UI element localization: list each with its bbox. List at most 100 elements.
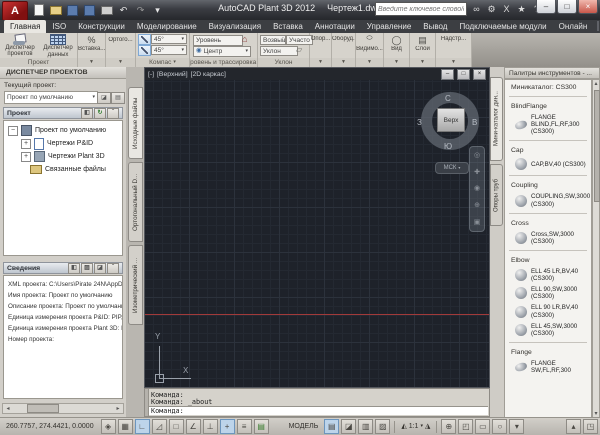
ortho-toggle[interactable]: ∟ bbox=[134, 419, 150, 434]
tool-item[interactable]: FLANGE BLIND,FL,RF,300 (CS300) bbox=[505, 112, 591, 137]
lineweight-toggle[interactable]: ≡ bbox=[236, 419, 252, 434]
exchange-apps-icon[interactable]: X bbox=[501, 4, 512, 14]
doc-minimize-button[interactable]: – bbox=[441, 68, 454, 80]
tool-item[interactable]: CAP,BV,40 (CS300) bbox=[505, 156, 591, 172]
panel-level-label[interactable]: Уровень и трассировка▾ bbox=[190, 58, 257, 67]
tree-item-plant3d-drawings[interactable]: + Чертежи Plant 3D bbox=[8, 150, 122, 163]
project-section-header[interactable]: Проект ◧ ↻ ˆ bbox=[3, 107, 123, 119]
compass-west[interactable]: З bbox=[417, 118, 422, 127]
details-section-header[interactable]: Сведения ◧ ▨ ◪ ˆ bbox=[3, 262, 123, 274]
workspace-switching-button[interactable]: ⊕ bbox=[441, 419, 457, 434]
panel-addins-expander[interactable]: ▼ bbox=[436, 58, 471, 67]
section-input[interactable]: Участо bbox=[286, 35, 313, 45]
osnap-toggle[interactable]: □ bbox=[168, 419, 184, 434]
tab-orthographic[interactable]: Ортогональный D... bbox=[128, 162, 143, 242]
compass-toggle-1[interactable] bbox=[138, 34, 151, 45]
section-collapse-button[interactable]: ˆ bbox=[107, 107, 119, 119]
layers-icon[interactable]: ▤ bbox=[410, 35, 435, 46]
polar-toggle[interactable]: ◿ bbox=[151, 419, 167, 434]
tree-item-root[interactable]: − Проект по умолчанию bbox=[8, 124, 122, 137]
level-input[interactable]: Уровень bbox=[193, 35, 243, 46]
isolate-objects-button[interactable]: ○ bbox=[492, 419, 508, 434]
tool-item[interactable]: ELL 45 LR,BV,40 (CS300) bbox=[505, 266, 591, 284]
signin-icon[interactable]: ⚙ bbox=[486, 4, 497, 15]
visibility-toggle-icon[interactable]: ⬭ bbox=[356, 35, 383, 43]
scroll-left-icon[interactable]: ◂ bbox=[3, 405, 13, 412]
scroll-down-icon[interactable]: ▾ bbox=[593, 410, 599, 417]
quick-view-drawings-button[interactable]: ▨ bbox=[375, 419, 391, 434]
details-tool-1[interactable]: ◧ bbox=[68, 262, 80, 274]
coordinates-display[interactable]: 260.7757, 274.4421, 0.0000 bbox=[0, 423, 100, 430]
palette-scrollbar[interactable]: ▴ ▾ bbox=[592, 79, 600, 418]
doc-restore-button[interactable]: □ bbox=[457, 68, 470, 80]
tool-item[interactable]: COUPLING,SW,3000 (CS300) bbox=[505, 191, 591, 209]
doc-close-button[interactable]: × bbox=[473, 68, 486, 80]
tab-dynamic-minicatalog[interactable]: Мини-каталог дин... bbox=[490, 77, 503, 161]
tree-item-pid-drawings[interactable]: + Чертежи P&ID bbox=[8, 137, 122, 150]
panel-layers-expander[interactable]: ▼ bbox=[410, 58, 435, 67]
project-manager-button[interactable]: Диспетчер проектов bbox=[2, 34, 38, 58]
model-tab-button[interactable]: ▤ bbox=[324, 419, 340, 434]
details-tool-2[interactable]: ▨ bbox=[81, 262, 93, 274]
zoom-icon[interactable]: ◉ bbox=[474, 185, 480, 192]
expand-box-icon[interactable]: + bbox=[21, 151, 31, 162]
panel-compass-label[interactable]: Компас ▾ bbox=[136, 58, 189, 67]
tab-plugins[interactable]: Подключаемые модули bbox=[453, 20, 552, 33]
tab-isometric[interactable]: Изометрический ... bbox=[128, 245, 143, 325]
scroll-thumb[interactable] bbox=[27, 404, 59, 413]
toolbar-lock-button[interactable]: ◰ bbox=[458, 419, 474, 434]
tool-item[interactable]: ELL 90,SW,3000 (CS300) bbox=[505, 284, 591, 302]
wcs-menu-button[interactable]: МСК ▾ bbox=[435, 162, 469, 174]
scroll-right-icon[interactable]: ▸ bbox=[113, 405, 123, 412]
panel-project-label[interactable]: Проект bbox=[0, 58, 77, 67]
panel-ortho-expander[interactable]: ▼ bbox=[106, 58, 135, 67]
tab-source-files[interactable]: Исходные файлы bbox=[128, 87, 143, 159]
panel-visibility-expander[interactable]: ▼ bbox=[356, 58, 383, 67]
pan-icon[interactable]: ✚ bbox=[474, 169, 480, 176]
otrack-toggle[interactable]: ∠ bbox=[185, 419, 201, 434]
status-bar-menu-button[interactable]: ▾ bbox=[509, 419, 525, 434]
quick-properties-toggle[interactable]: ▤ bbox=[253, 419, 269, 434]
annotation-scale-control[interactable]: ◭ 1:1 ▾ ◮ bbox=[398, 423, 433, 430]
house-icon[interactable]: ⌂ bbox=[242, 35, 247, 44]
tab-visualization[interactable]: Визуализация bbox=[203, 20, 267, 33]
expand-box-icon[interactable]: + bbox=[21, 138, 31, 149]
tab-annotate[interactable]: Аннотации bbox=[309, 20, 361, 33]
details-tool-3[interactable]: ◪ bbox=[94, 262, 106, 274]
quick-view-layouts-button[interactable]: ▥ bbox=[358, 419, 374, 434]
palette-scroll-thumb[interactable] bbox=[594, 90, 600, 202]
tab-structures[interactable]: Конструкции bbox=[72, 20, 131, 33]
data-manager-button[interactable]: Диспетчер данных bbox=[40, 34, 76, 58]
compass-toggle-2[interactable] bbox=[138, 45, 151, 56]
view-sphere-icon[interactable]: ◯ bbox=[384, 35, 409, 46]
tag-icon[interactable]: ▱ bbox=[296, 46, 302, 54]
ribbon-display-toggle[interactable] bbox=[597, 21, 600, 31]
project-tool-button-2[interactable]: ▤ bbox=[111, 92, 125, 104]
viewport-view-control[interactable]: [Верхний] bbox=[157, 71, 188, 78]
tab-manage[interactable]: Управление bbox=[361, 20, 417, 33]
showmotion-icon[interactable]: ▣ bbox=[474, 219, 481, 226]
panel-equipment-expander[interactable]: ▼ bbox=[332, 58, 355, 67]
orbit-icon[interactable]: ⊕ bbox=[474, 202, 480, 209]
compass-angle-1-select[interactable]: 45° ▾ bbox=[151, 34, 187, 44]
clean-screen-button[interactable]: ◳ bbox=[583, 419, 598, 434]
refresh-button[interactable]: ↻ bbox=[94, 107, 106, 119]
tool-item[interactable]: FLANGE SW,FL,RF,300 bbox=[505, 358, 591, 376]
panel-view-expander[interactable]: ▼ bbox=[384, 58, 409, 67]
compass-east[interactable]: В bbox=[472, 118, 477, 127]
command-input[interactable]: Команда: bbox=[149, 406, 488, 415]
search-icon[interactable]: ∞ bbox=[471, 4, 482, 14]
tray-settings-button[interactable]: ▴ bbox=[566, 419, 581, 434]
slope-input[interactable]: Уклон bbox=[260, 46, 298, 56]
viewport-visual-style-control[interactable]: [2D каркас] bbox=[191, 71, 226, 78]
center-select[interactable]: ◉ Центр ▾ bbox=[193, 46, 251, 57]
tab-online[interactable]: Онлайн bbox=[553, 20, 594, 33]
tool-palettes-title[interactable]: Палитры инструментов - ... bbox=[504, 67, 600, 79]
close-button[interactable]: × bbox=[578, 0, 598, 14]
tab-iso[interactable]: ISO bbox=[46, 20, 72, 33]
viewport-menu[interactable]: [-] bbox=[148, 71, 154, 78]
viewcube-top-face[interactable]: Верх bbox=[437, 108, 465, 132]
model-space-button[interactable]: МОДЕЛЬ bbox=[284, 423, 324, 430]
annotation-visibility-icon[interactable]: ◮ bbox=[425, 423, 430, 430]
tab-home[interactable]: Главная bbox=[4, 20, 47, 33]
